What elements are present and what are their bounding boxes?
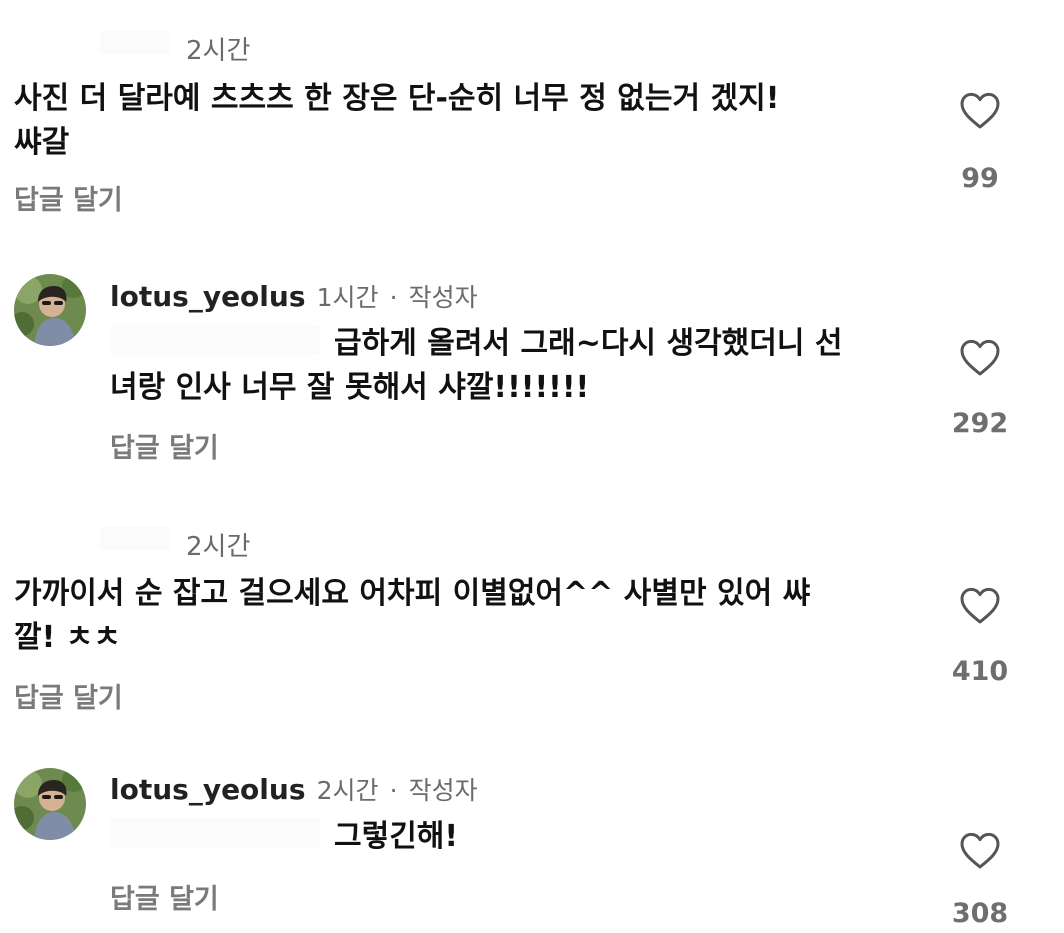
comment-time: 2시간 (186, 532, 251, 562)
avatar[interactable] (14, 768, 86, 840)
author-badge: 작성자 (408, 776, 478, 805)
heart-outline-icon[interactable] (956, 826, 1004, 874)
comment-text-line: 사진 더 달라예 츠츠츠 한 장은 단-순히 너무 정 없는거 겠지! (14, 81, 780, 116)
comment-text-line: 그렇긴해! (334, 819, 459, 854)
avatar[interactable] (14, 274, 86, 346)
comment-time: 2시간 (186, 36, 251, 66)
separator-dot: · (389, 776, 398, 805)
comment-header: lotus_yeolus 1시간 · 작성자 (110, 278, 478, 314)
reply-button[interactable]: 답글 달기 (14, 676, 123, 715)
masked-mention (110, 818, 320, 848)
comment-text-line: 쌰갈 (14, 125, 70, 160)
like-count: 308 (951, 898, 1009, 929)
like-count: 292 (951, 408, 1009, 439)
masked-username (100, 526, 170, 550)
masked-mention (110, 325, 320, 355)
comment-text-line: 가까이서 순 잡고 걸으세요 어차피 이별없어^^ 사별만 있어 쌰 (14, 576, 811, 611)
reply-button[interactable]: 답글 달기 (110, 877, 219, 916)
heart-outline-icon[interactable] (956, 581, 1004, 629)
heart-outline-icon[interactable] (956, 333, 1004, 381)
username[interactable]: lotus_yeolus (110, 773, 306, 806)
heart-outline-icon[interactable] (956, 86, 1004, 134)
like-count: 410 (951, 656, 1009, 687)
separator-dot: · (389, 283, 398, 312)
author-badge: 작성자 (408, 283, 478, 312)
username[interactable]: lotus_yeolus (110, 280, 306, 313)
comment-text-line: 녀랑 인사 너무 잘 못해서 샤깔!!!!!!! (110, 370, 590, 405)
comment-text-line: 급하게 올려서 그래~다시 생각했더니 선 (334, 326, 843, 361)
comment-time: 1시간 (316, 283, 379, 312)
comment-text-line: 깔! ㅊㅊ (14, 620, 121, 655)
reply-button[interactable]: 답글 달기 (14, 178, 123, 217)
reply-button[interactable]: 답글 달기 (110, 426, 219, 465)
like-count: 99 (961, 163, 999, 194)
comment-time: 2시간 (316, 776, 379, 805)
comment-header: lotus_yeolus 2시간 · 작성자 (110, 771, 478, 807)
masked-username (100, 30, 170, 54)
